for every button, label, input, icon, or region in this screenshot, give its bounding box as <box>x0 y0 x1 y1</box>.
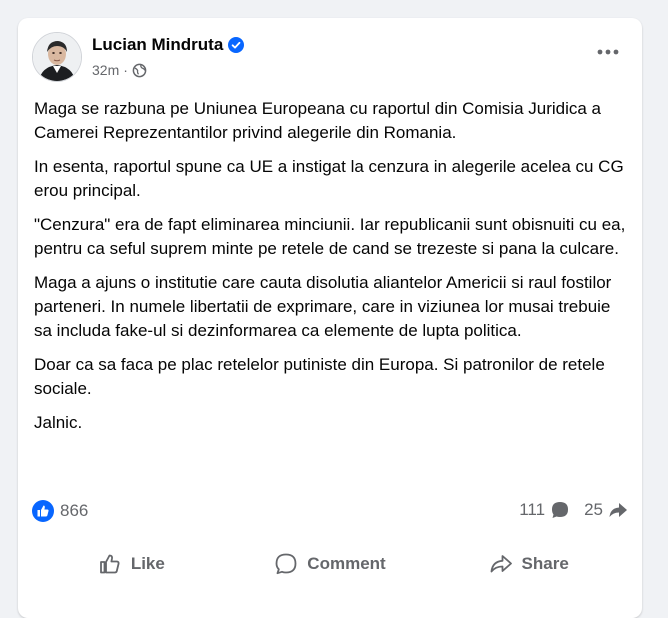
comment-icon <box>275 553 297 575</box>
post-stats: 866 111 25 <box>32 498 628 526</box>
post-paragraph: "Cenzura" era de fapt eliminarea minciun… <box>34 215 626 258</box>
share-icon <box>490 555 512 573</box>
post-meta: 32m · <box>92 62 147 78</box>
thumbs-up-icon <box>99 554 120 574</box>
like-button-label: Like <box>130 554 165 573</box>
comments-count-link[interactable]: 111 <box>519 500 570 520</box>
post-actions: Like Comment Share <box>32 538 628 590</box>
shares-count: 25 <box>584 500 603 519</box>
post-paragraph: Maga a ajuns o institutie care cauta dis… <box>34 273 612 340</box>
shares-count-link[interactable]: 25 <box>584 500 628 520</box>
globe-icon[interactable] <box>132 63 147 78</box>
share-button[interactable]: Share <box>429 538 628 590</box>
verified-badge-icon <box>228 37 245 53</box>
meta-separator: · <box>123 62 128 78</box>
author-avatar[interactable] <box>32 32 82 82</box>
comment-button[interactable]: Comment <box>231 538 430 590</box>
post-paragraph: Jalnic. <box>34 413 83 432</box>
author-name[interactable]: Lucian Mindruta <box>92 35 223 55</box>
post-paragraph: Maga se razbuna pe Uniunea Europeana cu … <box>34 99 602 142</box>
post-timestamp[interactable]: 32m <box>92 62 119 78</box>
more-options-icon[interactable] <box>594 42 622 62</box>
post-header: Lucian Mindruta 32m · <box>32 32 628 84</box>
author-row: Lucian Mindruta <box>92 35 245 55</box>
comment-button-label: Comment <box>307 554 386 573</box>
likes-count: 866 <box>60 501 89 520</box>
like-button[interactable]: Like <box>32 538 231 590</box>
comment-bubble-icon <box>552 502 569 518</box>
engagement-counts: 111 25 <box>519 500 628 520</box>
share-arrow-icon <box>609 503 627 517</box>
post-body: Maga se razbuna pe Uniunea Europeana cu … <box>34 97 630 445</box>
post-card: Lucian Mindruta 32m · Maga se razbuna pe… <box>18 18 642 618</box>
comments-count: 111 <box>519 500 546 519</box>
share-button-label: Share <box>521 554 569 573</box>
post-paragraph: Doar ca sa faca pe plac retelelor putini… <box>34 355 605 398</box>
reactions-summary[interactable]: 866 <box>32 500 88 522</box>
like-reaction-icon <box>32 500 54 522</box>
post-paragraph: In esenta, raportul spune ca UE a instig… <box>34 157 624 200</box>
